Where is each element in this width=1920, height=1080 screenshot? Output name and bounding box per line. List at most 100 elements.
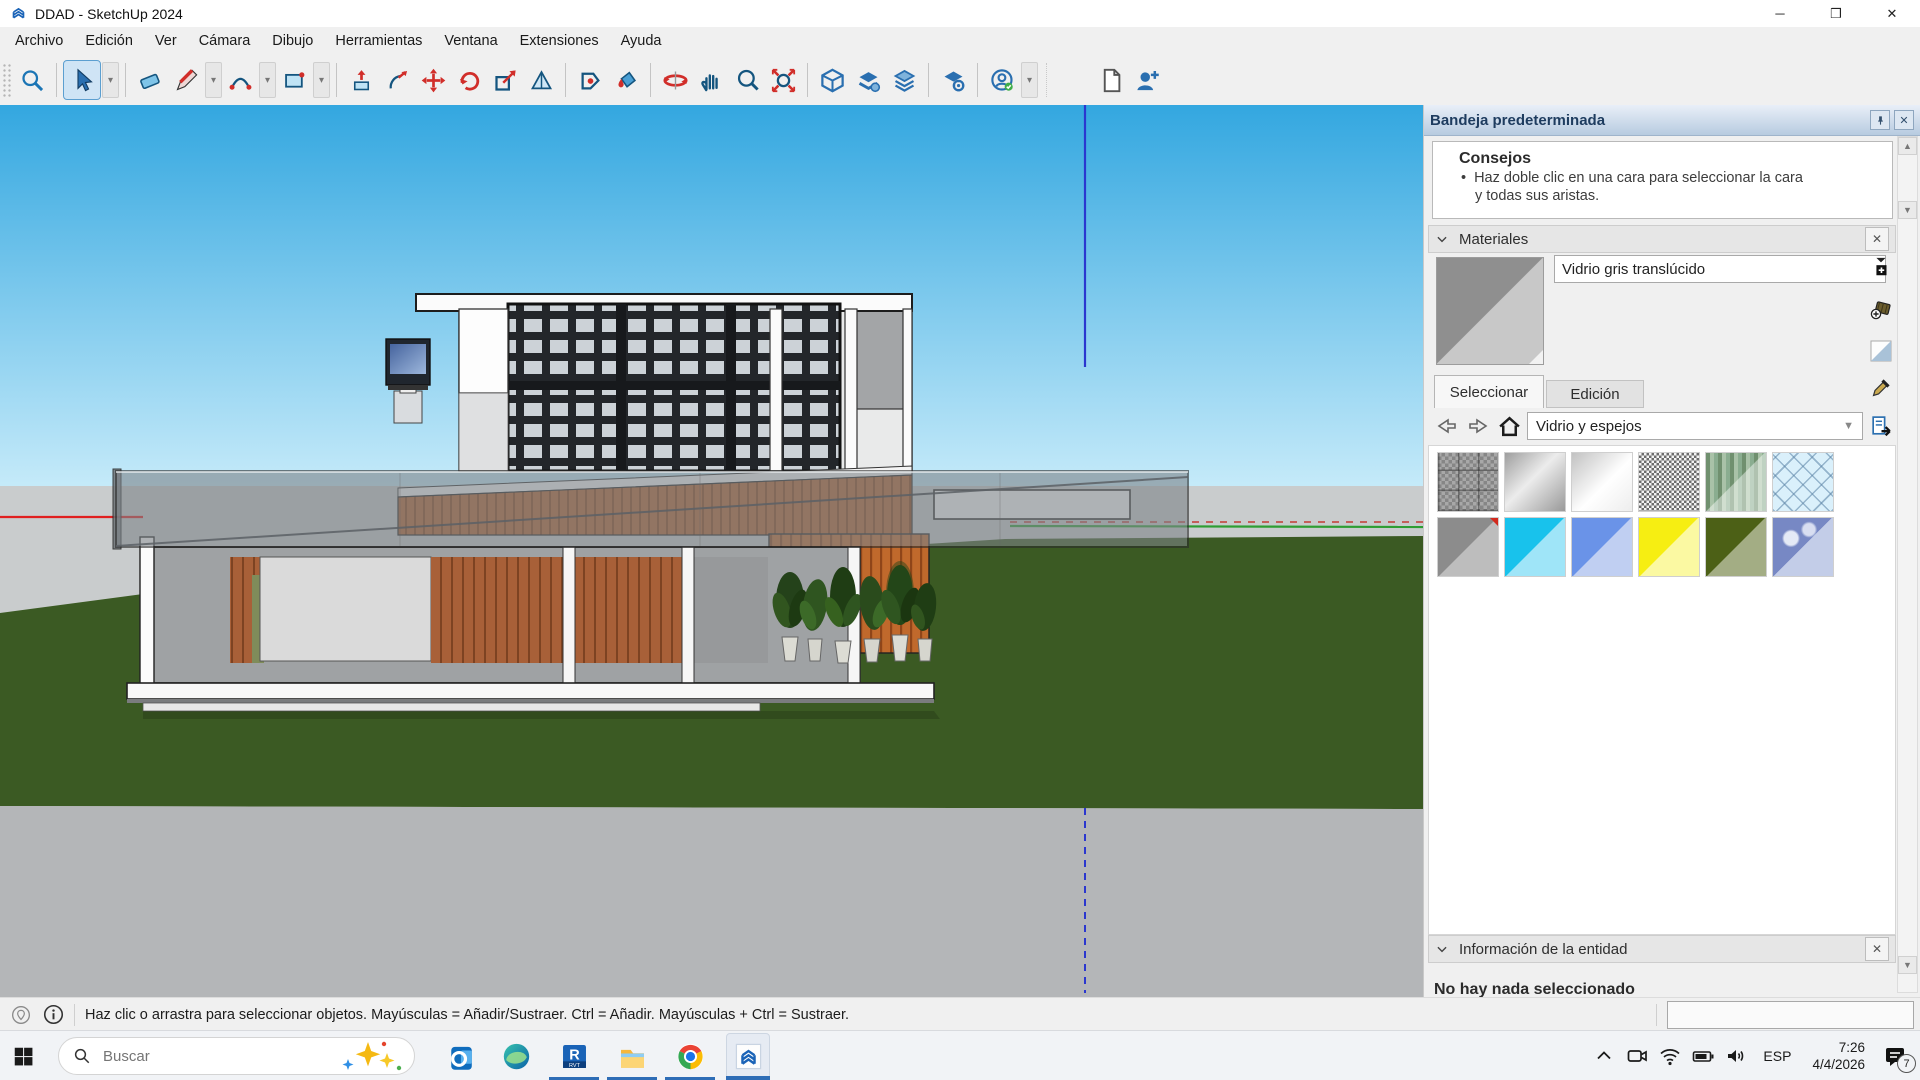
wifi-icon[interactable] [1658, 1044, 1682, 1068]
account-tool-icon[interactable] [984, 61, 1020, 99]
notifications-icon[interactable]: 7 [1880, 1043, 1910, 1069]
minimize-button[interactable]: ─ [1752, 0, 1808, 27]
follow-me-tool-icon[interactable] [379, 61, 415, 99]
scroll-down-bottom-icon[interactable]: ▼ [1898, 956, 1917, 974]
in-model-icon[interactable] [1868, 413, 1894, 439]
taskbar-search[interactable] [58, 1037, 415, 1075]
taskbar-app-sketchup[interactable] [726, 1033, 770, 1079]
entity-info-section-header[interactable]: Información de la entidad ✕ [1428, 935, 1896, 963]
search-input[interactable] [101, 1047, 340, 1066]
swatch-glass-olive-translucent[interactable] [1705, 517, 1767, 577]
pan-tool-icon[interactable] [693, 61, 729, 99]
forward-arrow-icon[interactable] [1465, 413, 1491, 439]
rectangle-dropdown-icon[interactable]: ▾ [313, 62, 330, 98]
toolbar-grip[interactable] [2, 63, 12, 97]
rotate-tool-icon[interactable] [451, 61, 487, 99]
taskbar-app-edge[interactable] [494, 1033, 538, 1079]
materials-section-header[interactable]: Materiales ✕ [1428, 225, 1896, 253]
swatch-glass-ribbed-green[interactable] [1705, 452, 1767, 512]
select-dropdown-icon[interactable]: ▾ [102, 62, 119, 98]
account-dropdown-icon[interactable]: ▾ [1021, 62, 1038, 98]
taskbar-app-chrome[interactable] [668, 1033, 712, 1079]
default-material-icon[interactable] [1869, 339, 1893, 363]
create-material-icon[interactable] [1869, 297, 1893, 321]
material-preview[interactable] [1436, 257, 1544, 365]
menu-edicin[interactable]: Edición [74, 29, 144, 53]
search-tool-icon[interactable] [14, 61, 50, 99]
tape-measure-tool-icon[interactable] [523, 61, 559, 99]
taskbar-clock[interactable]: 7:26 4/4/2026 [1806, 1039, 1871, 1073]
materials-close-icon[interactable]: ✕ [1865, 227, 1889, 251]
extension-warehouse-tool-icon[interactable] [850, 61, 886, 99]
taskbar-app-outlook[interactable] [436, 1033, 480, 1079]
swatch-glass-cyan-translucent[interactable] [1504, 517, 1566, 577]
trimble-connect-tool-icon[interactable] [886, 61, 922, 99]
collection-dropdown[interactable]: Vidrio y espejos ▼ [1527, 412, 1863, 440]
swatch-glass-obscure[interactable] [1638, 452, 1700, 512]
geolocation-icon[interactable] [10, 1004, 32, 1026]
secondary-pane-icon[interactable] [1869, 255, 1893, 279]
new-model-tool-icon[interactable] [1093, 61, 1129, 99]
collapse-chevron-icon[interactable] [1435, 232, 1449, 246]
swatch-glass-blue-translucent[interactable] [1571, 517, 1633, 577]
material-name-input[interactable] [1554, 255, 1886, 283]
swatch-glass-yellow-translucent[interactable] [1638, 517, 1700, 577]
menu-ver[interactable]: Ver [144, 29, 188, 53]
push-pull-tool-icon[interactable] [343, 61, 379, 99]
tray-header[interactable]: Bandeja predeterminada ✕ [1424, 105, 1920, 136]
tray-scrollbar[interactable]: ▲ ▼ ▼ [1897, 136, 1918, 993]
offset-tool-icon[interactable] [572, 61, 608, 99]
tray-close-icon[interactable]: ✕ [1894, 110, 1914, 130]
collapse-chevron-icon[interactable] [1435, 942, 1449, 956]
maximize-button[interactable]: ❒ [1808, 0, 1864, 27]
eraser-tool-icon[interactable] [132, 61, 168, 99]
tray-expand-icon[interactable] [1592, 1044, 1616, 1068]
menu-herramientas[interactable]: Herramientas [324, 29, 433, 53]
arc-dropdown-icon[interactable]: ▾ [259, 62, 276, 98]
select-tool-icon[interactable] [63, 60, 101, 100]
menu-ventana[interactable]: Ventana [433, 29, 508, 53]
menu-extensiones[interactable]: Extensiones [509, 29, 610, 53]
swatch-glass-sky-reflective[interactable] [1772, 517, 1834, 577]
zoom-extents-tool-icon[interactable] [765, 61, 801, 99]
measurements-box[interactable] [1667, 1001, 1914, 1029]
tab-seleccionar[interactable]: Seleccionar [1434, 375, 1544, 408]
swatch-glass-gray-translucent[interactable] [1437, 517, 1499, 577]
arc-tool-icon[interactable] [222, 61, 258, 99]
tab-edicion[interactable]: Edición [1546, 380, 1644, 408]
orbit-tool-icon[interactable] [657, 61, 693, 99]
invite-tool-icon[interactable] [1129, 61, 1165, 99]
paint-bucket-tool-icon[interactable] [608, 61, 644, 99]
taskbar-app-file-explorer[interactable] [610, 1033, 654, 1079]
pin-icon[interactable] [1870, 110, 1890, 130]
3d-viewport[interactable] [0, 105, 1423, 997]
3d-warehouse-tool-icon[interactable] [814, 61, 850, 99]
volume-icon[interactable] [1724, 1044, 1748, 1068]
battery-icon[interactable] [1691, 1044, 1715, 1068]
swatch-glass-clear[interactable] [1571, 452, 1633, 512]
start-button[interactable] [0, 1033, 46, 1079]
menu-archivo[interactable]: Archivo [4, 29, 74, 53]
scroll-up-icon[interactable]: ▲ [1898, 137, 1917, 155]
swatch-glass-blocks[interactable] [1437, 452, 1499, 512]
swatch-glass-leaded-diamond[interactable] [1772, 452, 1834, 512]
back-arrow-icon[interactable] [1434, 413, 1460, 439]
info-icon[interactable] [42, 1004, 64, 1026]
line-dropdown-icon[interactable]: ▾ [205, 62, 222, 98]
scroll-down-icon[interactable]: ▼ [1898, 201, 1917, 219]
rectangle-tool-icon[interactable] [276, 61, 312, 99]
home-icon[interactable] [1496, 413, 1522, 439]
menu-dibujo[interactable]: Dibujo [261, 29, 324, 53]
move-tool-icon[interactable] [415, 61, 451, 99]
menu-ayuda[interactable]: Ayuda [610, 29, 673, 53]
swatch-mirror-gray[interactable] [1504, 452, 1566, 512]
close-button[interactable]: ✕ [1864, 0, 1920, 27]
meet-now-icon[interactable] [1625, 1044, 1649, 1068]
line-tool-icon[interactable] [168, 61, 204, 99]
menu-cmara[interactable]: Cámara [188, 29, 262, 53]
taskbar-app-revit[interactable]: RRVT [552, 1033, 596, 1079]
extension-manager-tool-icon[interactable] [935, 61, 971, 99]
scale-tool-icon[interactable] [487, 61, 523, 99]
language-indicator[interactable]: ESP [1757, 1048, 1797, 1064]
sample-paint-icon[interactable] [1870, 375, 1894, 404]
